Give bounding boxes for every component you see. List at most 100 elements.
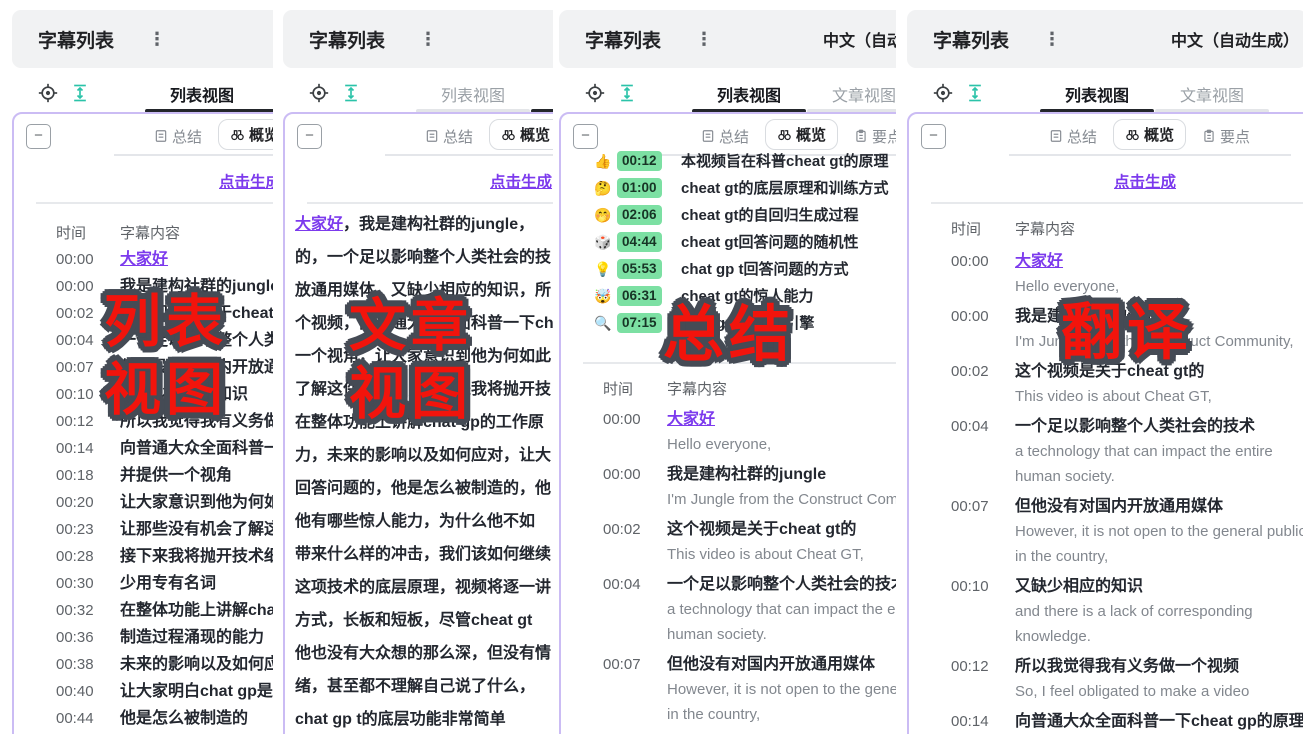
subtitle-row[interactable]: 00:23 让那些没有机会了解这件事的人: [14, 516, 273, 543]
crosshair-locate-icon[interactable]: [38, 83, 58, 108]
generate-summary-link[interactable]: 点击生成: [1114, 170, 1176, 192]
subtitle-link[interactable]: 大家好: [295, 216, 343, 233]
timestamp[interactable]: 00:30: [56, 570, 94, 597]
timestamp[interactable]: 00:07: [603, 652, 641, 677]
subtitle-text[interactable]: 接下来我将抛开技术细节: [120, 548, 273, 565]
tab-summary[interactable]: 总结: [425, 126, 473, 147]
subtitle-row[interactable]: 00:32 在整体功能上讲解chat gp的工作原理: [14, 597, 273, 624]
timestamp[interactable]: 00:10: [56, 381, 94, 408]
subtitle-row[interactable]: 00:14 向普通大众全面科普一下cheat gp的原理: [909, 709, 1303, 734]
subtitle-row[interactable]: 00:18 并提供一个视角: [14, 462, 273, 489]
subtitle-row[interactable]: So, I feel obligated to make a video: [909, 679, 1303, 704]
subtitle-row[interactable]: 00:12 所以我觉得我有义务做一个视频: [909, 654, 1303, 679]
subtitle-text[interactable]: 少用专有名词: [120, 575, 216, 592]
subtitle-row[interactable]: 00:28 接下来我将抛开技术细节: [14, 543, 273, 570]
subtitle-text[interactable]: 大家好: [667, 411, 715, 428]
subtitle-row[interactable]: 00:10 又缺少相应的知识: [909, 574, 1303, 599]
timestamp[interactable]: 00:02: [603, 517, 641, 542]
crosshair-locate-icon[interactable]: [309, 83, 329, 108]
timestamp[interactable]: 00:14: [951, 709, 989, 734]
subtitle-row[interactable]: 00:07 但他没有对国内开放通用媒体: [561, 652, 896, 677]
subtitle-row[interactable]: 00:20 让大家意识到他为何如此重要: [14, 489, 273, 516]
chapter-timestamp-badge[interactable]: 02:06: [617, 205, 662, 225]
subtitle-row[interactable]: This video is about Cheat GT,: [561, 542, 896, 567]
timestamp[interactable]: 00:36: [56, 624, 94, 651]
collapse-button[interactable]: −: [26, 124, 51, 149]
subtitle-row[interactable]: 00:44 他是怎么被制造的: [14, 705, 273, 732]
subtitle-text[interactable]: 大家好: [1015, 253, 1063, 270]
subtitle-row[interactable]: 00:00 大家好: [14, 246, 273, 273]
chapter-timestamp-badge[interactable]: 01:00: [617, 178, 662, 198]
subtitle-row[interactable]: 00:36 制造过程涌现的能力: [14, 624, 273, 651]
timestamp[interactable]: 00:32: [56, 597, 94, 624]
subtitle-row[interactable]: This video is about Cheat GT,: [909, 384, 1303, 409]
summary-chapter-item[interactable]: 👍 00:12 本视频旨在科普cheat gt的原理: [561, 148, 896, 175]
subtitle-row[interactable]: a technology that can impact the entire: [561, 597, 896, 622]
subtitle-row[interactable]: a technology that can impact the entire: [909, 439, 1303, 464]
subtitle-row[interactable]: 00:07 但他没有对国内开放通用媒体: [909, 494, 1303, 519]
kebab-menu-icon[interactable]: ⋮: [1043, 29, 1061, 50]
generate-summary-link[interactable]: 点击生成: [219, 170, 273, 192]
subtitle-row[interactable]: 00:00 大家好: [561, 407, 896, 432]
subtitle-text[interactable]: 他是怎么被制造的: [120, 710, 248, 727]
timestamp[interactable]: 00:00: [951, 249, 989, 274]
subtitle-language-label[interactable]: 中文（自动生成）: [1171, 27, 1299, 51]
tab-overview[interactable]: 概览: [1113, 119, 1186, 150]
timestamp[interactable]: 00:18: [56, 462, 94, 489]
summary-chapter-item[interactable]: 🤭 02:06 cheat gt的自回归生成过程: [561, 202, 896, 229]
tab-keypoints[interactable]: 要点: [854, 126, 896, 147]
timestamp[interactable]: 00:14: [56, 435, 94, 462]
tab-overview[interactable]: 概览: [489, 119, 553, 150]
subtitle-text[interactable]: 并提供一个视角: [120, 467, 232, 484]
subtitle-text[interactable]: 所以我觉得我有义务做一个视频: [1015, 658, 1239, 675]
tab-list-view[interactable]: 列表视图: [692, 82, 806, 106]
tab-summary[interactable]: 总结: [154, 126, 202, 147]
subtitle-row[interactable]: 00:04 一个足以影响整个人类社会的技术: [909, 414, 1303, 439]
subtitle-row[interactable]: human society.: [561, 622, 896, 647]
subtitle-row[interactable]: in the country,: [561, 702, 896, 727]
generate-summary-link[interactable]: 点击生成: [490, 170, 552, 192]
timestamp[interactable]: 00:23: [56, 516, 94, 543]
tab-article-view[interactable]: 文章视图: [807, 82, 896, 106]
expand-vertical-icon[interactable]: [70, 83, 90, 108]
tab-summary[interactable]: 总结: [1049, 126, 1097, 147]
timestamp[interactable]: 00:20: [56, 489, 94, 516]
chapter-title[interactable]: 本视频旨在科普cheat gt的原理: [681, 153, 889, 170]
tab-list-view[interactable]: 列表视图: [145, 82, 259, 106]
kebab-menu-icon[interactable]: ⋮: [695, 29, 713, 50]
timestamp[interactable]: 00:28: [56, 543, 94, 570]
tab-list-view[interactable]: 列表视图: [416, 82, 530, 106]
subtitle-row[interactable]: and there is a lack of corresponding: [909, 599, 1303, 624]
subtitle-text[interactable]: 一个足以影响整个人类社会的技术: [1015, 418, 1255, 435]
subtitle-row[interactable]: 00:40 让大家明白chat gp是怎么回答问题的: [14, 678, 273, 705]
timestamp[interactable]: 00:04: [56, 327, 94, 354]
crosshair-locate-icon[interactable]: [585, 83, 605, 108]
timestamp[interactable]: 00:12: [56, 408, 94, 435]
subtitle-text[interactable]: 让大家意识到他为何如此重要: [120, 494, 273, 511]
subtitle-row[interactable]: in the country,: [909, 544, 1303, 569]
subtitle-row[interactable]: knowledge.: [909, 624, 1303, 649]
subtitle-row[interactable]: 00:00 我是建构社群的jungle: [561, 462, 896, 487]
subtitle-text[interactable]: 但他没有对国内开放通用媒体: [1015, 498, 1223, 515]
timestamp[interactable]: 00:04: [951, 414, 989, 439]
timestamp[interactable]: 00:04: [603, 572, 641, 597]
subtitle-text[interactable]: 让大家明白chat gp是怎么回答问题的: [120, 683, 273, 700]
subtitle-row[interactable]: However, it is not open to the general p…: [909, 519, 1303, 544]
summary-chapter-item[interactable]: 💡 05:53 chat gp t回答问题的方式: [561, 256, 896, 283]
subtitle-text[interactable]: 未来的影响以及如何应对: [120, 656, 273, 673]
timestamp[interactable]: 00:40: [56, 678, 94, 705]
subtitle-text[interactable]: 这个视频是关于cheat gt的: [667, 521, 856, 538]
summary-chapter-item[interactable]: 🎲 04:44 cheat gt回答问题的随机性: [561, 229, 896, 256]
timestamp[interactable]: 00:00: [56, 273, 94, 300]
timestamp[interactable]: 00:07: [56, 354, 94, 381]
timestamp[interactable]: 00:07: [951, 494, 989, 519]
timestamp[interactable]: 00:00: [603, 462, 641, 487]
crosshair-locate-icon[interactable]: [933, 83, 953, 108]
subtitle-row[interactable]: 00:00 大家好: [909, 249, 1303, 274]
timestamp[interactable]: 00:00: [951, 304, 989, 329]
chapter-timestamp-badge[interactable]: 05:53: [617, 259, 662, 279]
timestamp[interactable]: 00:00: [56, 246, 94, 273]
subtitle-text[interactable]: 向普通大众全面科普一下cheat gp的原理: [1015, 713, 1303, 730]
subtitle-row[interactable]: 00:30 少用专有名词: [14, 570, 273, 597]
chapter-timestamp-badge[interactable]: 04:44: [617, 232, 662, 252]
